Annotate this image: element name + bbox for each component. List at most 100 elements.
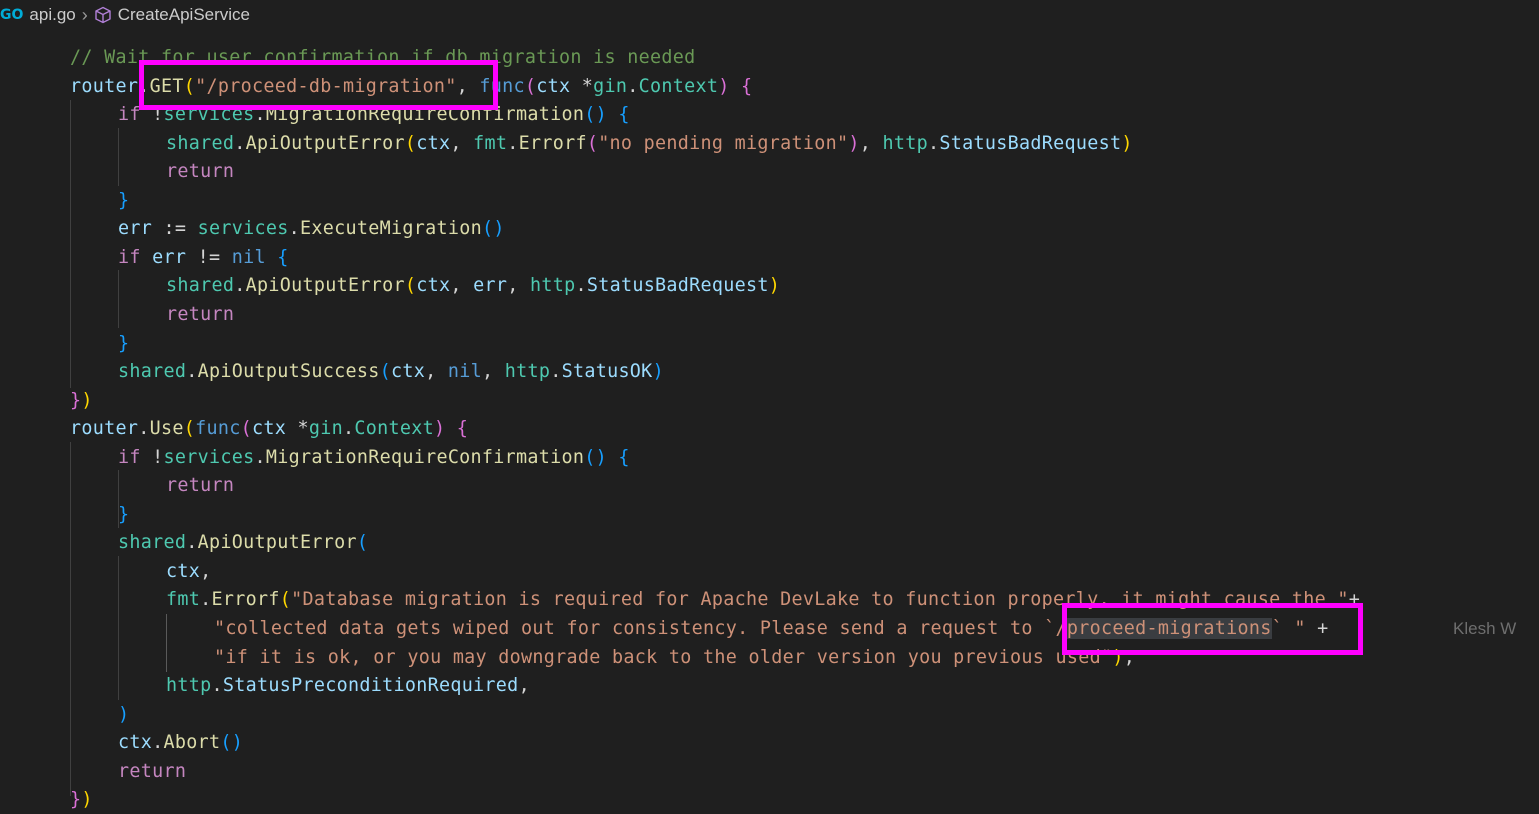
code-token: StatusBadRequest (939, 132, 1122, 154)
code-line[interactable]: return (166, 301, 234, 329)
code-token: ctx (536, 75, 582, 97)
code-line[interactable]: ) (118, 701, 129, 729)
code-token: ApiOutputError (245, 132, 405, 154)
code-line[interactable]: shared.ApiOutputError(ctx, fmt.Errorf("n… (166, 130, 1133, 158)
code-token: shared (118, 361, 187, 383)
code-token: router (70, 75, 139, 97)
code-token: if (118, 446, 153, 468)
code-token: StatusBadRequest (586, 275, 769, 297)
code-token: , (425, 361, 448, 383)
code-token: func (195, 418, 241, 440)
indent-guide (118, 270, 119, 328)
go-file-icon: GO (0, 7, 24, 23)
code-line[interactable]: http.StatusPreconditionRequired, (166, 672, 530, 700)
code-token: } (118, 189, 130, 211)
code-token: return (166, 475, 235, 497)
highlight-box-proceed-migrations (1062, 603, 1363, 655)
code-token: . (200, 589, 212, 611)
code-token: "no pending migration" (598, 132, 849, 154)
code-line[interactable]: router.Use(func(ctx *gin.Context) { (70, 415, 468, 443)
code-token: "if it is ok, or you may downgrade back … (214, 646, 1113, 668)
code-line[interactable]: if !services.MigrationRequireConfirmatio… (118, 444, 630, 472)
indent-guide-active (166, 614, 167, 672)
code-token: } (70, 389, 82, 411)
code-token: return (118, 760, 187, 782)
code-token: * (581, 75, 594, 97)
code-token: * (297, 418, 309, 440)
code-token: return (166, 161, 235, 183)
code-line[interactable]: return (118, 758, 186, 786)
breadcrumb: GO api.go › CreateApiService (0, 0, 1539, 30)
code-token: services (163, 446, 255, 468)
code-token: err (152, 246, 198, 268)
indent-guide (70, 442, 71, 796)
code-token: ( (404, 275, 417, 297)
code-token: Abort (163, 732, 221, 754)
indent-guide (118, 128, 119, 186)
code-token: ( (183, 418, 196, 440)
indent-guide (70, 100, 71, 388)
code-line[interactable]: shared.ApiOutputError( (118, 529, 368, 557)
code-token: , (200, 560, 212, 582)
code-token: shared (166, 275, 235, 297)
code-token: . (342, 418, 355, 440)
code-line[interactable]: }) (70, 786, 93, 814)
code-token: . (627, 75, 639, 97)
code-token: () (481, 218, 505, 240)
code-token: http (882, 132, 928, 154)
code-token: , (859, 132, 883, 154)
code-token: ( (379, 361, 391, 383)
code-line[interactable]: shared.ApiOutputSuccess(ctx, nil, http.S… (118, 358, 664, 386)
code-token: Use (149, 418, 184, 440)
code-line[interactable]: shared.ApiOutputError(ctx, err, http.Sta… (166, 272, 780, 300)
code-line[interactable]: return (166, 158, 234, 186)
code-token: . (138, 418, 150, 440)
code-token: if (118, 246, 153, 268)
code-token: ! (152, 446, 164, 468)
code-token: ( (524, 75, 537, 97)
code-token: nil (447, 361, 482, 383)
code-token: Context (638, 75, 719, 97)
code-token: shared (118, 532, 187, 554)
code-line[interactable]: } (118, 330, 129, 358)
code-line[interactable]: return (166, 472, 234, 500)
code-token: fmt (166, 589, 201, 611)
code-token: ) (652, 361, 664, 383)
code-line[interactable]: err := services.ExecuteMigration() (118, 215, 505, 243)
breadcrumb-file[interactable]: api.go (29, 5, 75, 25)
code-token: "collected data gets wiped out for consi… (214, 618, 1067, 639)
code-line[interactable]: } (118, 187, 129, 215)
code-token: ( (404, 132, 417, 154)
code-token: ) (768, 275, 781, 297)
code-token: . (288, 218, 300, 240)
code-line[interactable]: "if it is ok, or you may downgrade back … (214, 644, 1135, 672)
code-token: { (741, 75, 753, 97)
method-cube-icon (95, 6, 111, 24)
code-token: ExecuteMigration (299, 218, 482, 240)
code-line[interactable]: }) (70, 387, 93, 415)
code-token: ApiOutputSuccess (197, 361, 380, 383)
code-token: . (152, 732, 164, 754)
code-token: gin (308, 418, 343, 440)
code-token: != (197, 246, 232, 268)
code-token: Context (354, 418, 434, 440)
code-token: . (254, 446, 266, 468)
breadcrumb-symbol[interactable]: CreateApiService (118, 5, 250, 25)
blame-annotation: Klesh W (1453, 619, 1517, 638)
code-token: ctx (118, 732, 153, 754)
code-line[interactable]: if err != nil { (118, 244, 289, 272)
code-token: Errorf (211, 589, 280, 611)
code-token: . (186, 361, 198, 383)
code-line[interactable]: ctx, (166, 558, 212, 586)
code-token: } (118, 332, 130, 354)
code-token: ApiOutputError (197, 532, 357, 554)
code-token: , (481, 361, 505, 383)
code-token: Errorf (518, 132, 587, 154)
code-line[interactable]: ctx.Abort() (118, 729, 243, 757)
code-token: ctx (166, 560, 201, 582)
code-line[interactable]: } (118, 501, 129, 529)
